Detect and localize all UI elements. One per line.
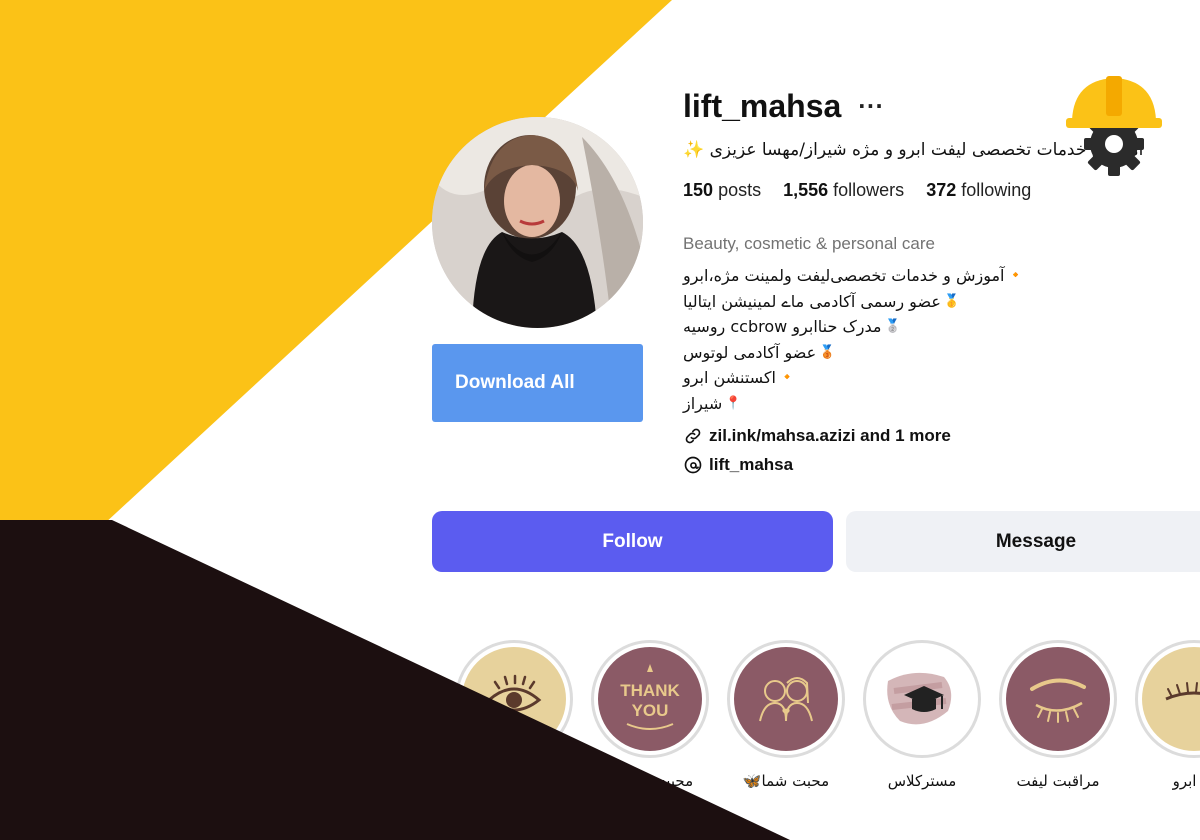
profile-category: Beauty, cosmetic & personal care xyxy=(683,234,935,253)
link-text: zil.ink/mahsa.azizi and 1 more xyxy=(709,426,951,445)
posts-label: posts xyxy=(718,180,762,200)
highlight-label: محبت شما🦋 xyxy=(742,772,830,790)
profile-bio: 🔸 آموزش و خدمات تخصصی‌لیفت ولمینت مژه،ابر… xyxy=(683,263,1103,416)
eye-icon xyxy=(462,647,566,751)
profile-avatar[interactable] xyxy=(432,117,643,328)
story-highlight[interactable]: حس xyxy=(455,640,573,790)
following-label: following xyxy=(961,180,1032,200)
profile-username: lift_mahsa xyxy=(683,88,842,124)
avatar-photo xyxy=(432,117,643,328)
story-highlight[interactable]: THANK YOU محبت شما🦋 xyxy=(591,640,709,790)
threads-link[interactable]: lift_mahsa xyxy=(683,455,793,475)
highlight-label: حس xyxy=(499,772,529,790)
bio-emoji: 🔸 xyxy=(778,370,796,385)
highlight-ring xyxy=(727,640,845,758)
graduation-cap-icon xyxy=(870,647,974,751)
posts-count: 150 xyxy=(683,180,714,200)
eyelash-icon xyxy=(1142,647,1200,751)
svg-text:YOU: YOU xyxy=(632,701,669,720)
bio-emoji: 🔸 xyxy=(1007,268,1024,283)
thank-you-icon: THANK YOU xyxy=(598,647,702,751)
bio-emoji: 📍 xyxy=(725,395,742,411)
bio-line: 🥈 مدرک حناابرو ccbrow روسیه xyxy=(683,314,901,340)
hard-hat-gear-logo xyxy=(1066,76,1162,176)
following-count: 372 xyxy=(926,180,957,200)
story-highlight[interactable]: مسترکلاس xyxy=(863,640,981,790)
bio-emoji: 🥇 xyxy=(943,293,961,309)
bio-line: 🥇 عضو رسمی آکادمی ماے لمینیشن ایتالیا xyxy=(683,289,960,315)
bio-line: 🔸 اکستنشن ابرو xyxy=(683,365,795,391)
bio-line: 🥉 عضو آکادمی لوتوس xyxy=(683,340,835,366)
story-highlight[interactable]: محبت شما🦋 xyxy=(727,640,845,790)
eyebrow-lash-icon xyxy=(1006,647,1110,751)
followers-label: followers xyxy=(833,180,905,200)
followers-stat[interactable]: 1,556 followers xyxy=(783,180,904,201)
highlight-ring xyxy=(455,640,573,758)
profile-link[interactable]: zil.ink/mahsa.azizi and 1 more xyxy=(683,426,951,446)
more-options-icon[interactable]: ··· xyxy=(858,94,884,118)
threads-icon xyxy=(684,456,702,474)
profile-stats: 150 posts 1,556 followers 372 following xyxy=(683,180,1031,201)
bio-text: اکستنشن ابرو xyxy=(683,368,776,387)
story-highlight[interactable]: مراقبت لیفت xyxy=(999,640,1117,790)
bio-line: 📍 شیراز xyxy=(683,391,741,417)
bio-text: آموزش و خدمات تخصصی‌لیفت ولمینت مژه،ابرو xyxy=(683,266,1005,285)
bio-text: عضو رسمی آکادمی ماے لمینیشن ایتالیا xyxy=(683,291,941,311)
svg-text:THANK: THANK xyxy=(620,681,680,700)
highlight-label: مراقبت لیفت xyxy=(1016,772,1100,790)
bio-emoji: 🥉 xyxy=(819,344,836,360)
highlight-label: مسترکلاس xyxy=(887,772,957,790)
followers-count: 1,556 xyxy=(783,180,829,200)
download-all-button[interactable]: Download All xyxy=(432,344,643,422)
highlight-ring xyxy=(863,640,981,758)
threads-handle: lift_mahsa xyxy=(709,455,794,474)
bio-text: شیراز xyxy=(683,393,723,413)
link-icon xyxy=(685,428,701,444)
follow-button[interactable]: Follow xyxy=(432,511,833,572)
highlight-ring xyxy=(999,640,1117,758)
message-button[interactable]: Message xyxy=(846,511,1200,572)
story-highlight[interactable]: ت ابرو xyxy=(1135,640,1200,790)
couple-icon xyxy=(734,647,838,751)
highlight-label: محبت شما🦋 xyxy=(606,772,694,790)
highlight-ring: THANK YOU xyxy=(591,640,709,758)
bio-emoji: 🥈 xyxy=(884,319,901,334)
posts-stat[interactable]: 150 posts xyxy=(683,180,761,201)
bio-text: عضو آکادمی لوتوس xyxy=(683,342,817,362)
bio-line: 🔸 آموزش و خدمات تخصصی‌لیفت ولمینت مژه،ابر… xyxy=(683,263,1024,289)
highlight-label: ت ابرو xyxy=(1172,772,1200,790)
highlight-ring xyxy=(1135,640,1200,758)
following-stat[interactable]: 372 following xyxy=(926,180,1031,201)
bio-text: مدرک حناابرو ccbrow روسیه xyxy=(683,317,882,336)
